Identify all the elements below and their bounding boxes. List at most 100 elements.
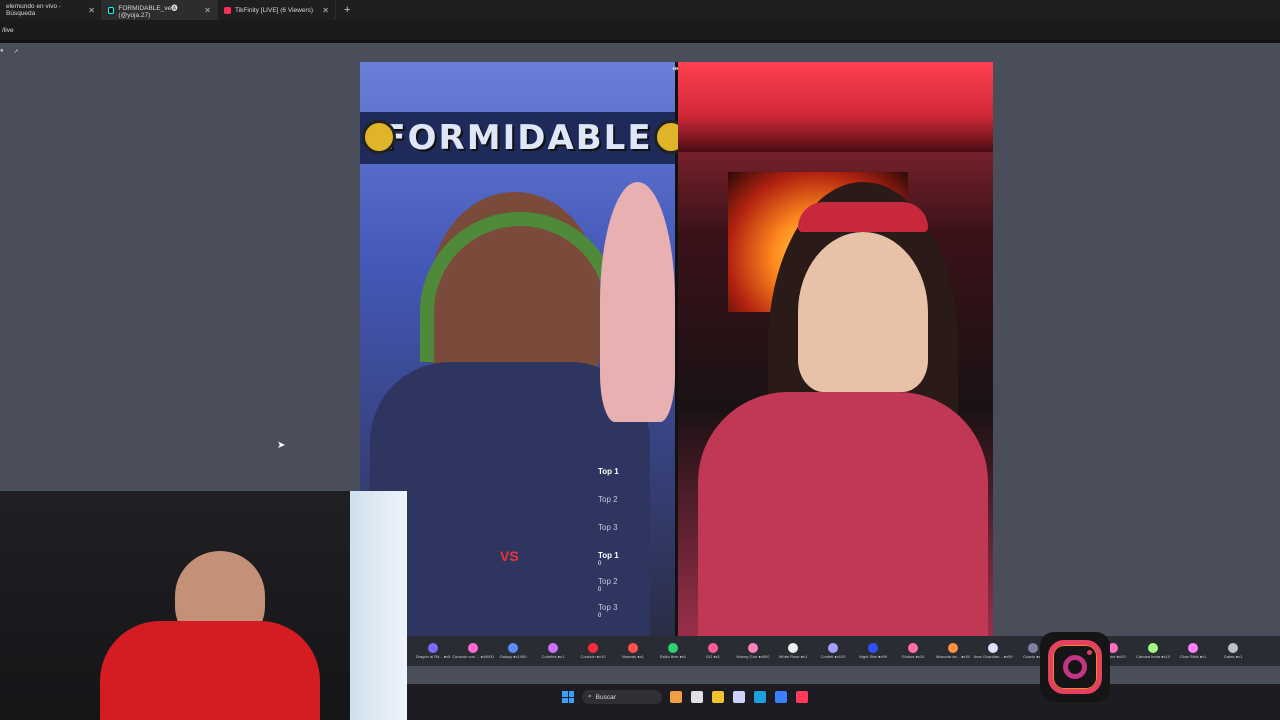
tab-formidable[interactable]: FORMIDABLE_ve🅐 (@yoja.27) ✕ xyxy=(102,0,218,20)
gift-item[interactable]: Gafas ●x1 xyxy=(1213,636,1253,666)
gift-label: Corazón con ... ●x5000 xyxy=(452,654,494,659)
edge-icon[interactable] xyxy=(754,691,766,703)
gift-item[interactable]: Galaxy ●x1000 xyxy=(493,636,533,666)
vs-icon: VS xyxy=(500,548,519,564)
dot-icon: ● xyxy=(0,48,4,54)
gift-icon xyxy=(908,643,918,653)
gift-label: Money Gun ●x500 xyxy=(736,654,770,659)
gift-icon xyxy=(1028,643,1038,653)
lb-left-top2: Top 2 xyxy=(598,494,618,504)
gift-icon xyxy=(428,643,438,653)
page-controls: ● ➚ xyxy=(0,48,19,55)
windows-taskbar: ⌕ Buscar xyxy=(407,684,1280,720)
gift-icon xyxy=(1228,643,1238,653)
lb-left-top3: Top 3 xyxy=(598,522,618,532)
store-icon[interactable] xyxy=(733,691,745,703)
gift-label: Confeti ●x100 xyxy=(820,654,846,659)
gift-item[interactable]: Glow Stick ●x1 xyxy=(1173,636,1213,666)
close-tab-icon[interactable]: ✕ xyxy=(204,6,211,15)
tikfinity-icon[interactable] xyxy=(796,691,808,703)
gift-item[interactable]: Mascota de... ●x30 xyxy=(933,636,973,666)
gift-item[interactable]: White Rose ●x1 xyxy=(773,636,813,666)
address-bar[interactable]: /live xyxy=(0,20,1280,40)
gift-label: Manzas ●x1 xyxy=(622,654,644,659)
mail-icon[interactable] xyxy=(775,691,787,703)
gift-item[interactable]: Cámara lenta ●x10 xyxy=(1133,636,1173,666)
gift-item[interactable]: Night Star ●x99 xyxy=(853,636,893,666)
file-explorer-icon[interactable] xyxy=(712,691,724,703)
gift-label: Corazón ●x10 xyxy=(580,654,606,659)
tab-busqueda[interactable]: elemundo en vivo - Búsqueda ✕ xyxy=(0,0,102,20)
search-label: Buscar xyxy=(595,693,616,701)
widgets-icon[interactable] xyxy=(670,691,682,703)
close-tab-icon[interactable]: ✕ xyxy=(88,6,95,15)
tab-tikfinity[interactable]: TikFinity [LIVE] (6 Viewers) ✕ xyxy=(218,0,336,20)
gift-icon xyxy=(468,643,478,653)
gift-icon xyxy=(948,643,958,653)
gift-icon xyxy=(988,643,998,653)
gift-item[interactable]: Money Gun ●x500 xyxy=(733,636,773,666)
gift-label: Ares Guardian... ●x99 xyxy=(973,654,1013,659)
gift-label: GG ●x1 xyxy=(706,654,720,659)
gift-item[interactable]: Corazón con ... ●x5000 xyxy=(452,636,494,666)
gift-label: Galaxy ●x1000 xyxy=(499,654,527,659)
gift-label: Glow Stick ●x1 xyxy=(1179,654,1207,659)
child xyxy=(600,182,675,422)
gift-label: Cohetes ●x1 xyxy=(541,654,565,659)
tikfinity-icon xyxy=(224,6,231,14)
taskbar-search[interactable]: ⌕ Buscar xyxy=(582,690,662,704)
windows-start-icon[interactable] xyxy=(562,691,574,703)
instagram-lens xyxy=(1063,655,1087,679)
gift-label: Estilo libre ●x1 xyxy=(659,654,687,659)
new-tab-button[interactable]: + xyxy=(336,4,358,16)
gift-bar: Dragón al Rit... ●x5 Corazón con ... ●x50… xyxy=(407,636,1280,666)
gift-label: Mascota de... ●x30 xyxy=(936,654,970,659)
gift-icon xyxy=(1148,643,1158,653)
close-tab-icon[interactable]: ✕ xyxy=(322,6,329,15)
gift-label: Globos ●x10 xyxy=(901,654,925,659)
gift-item[interactable]: Confeti ●x100 xyxy=(813,636,853,666)
host-hoodie xyxy=(100,621,320,720)
instagram-dot xyxy=(1087,650,1092,655)
tab-label: FORMIDABLE_ve🅐 (@yoja.27) xyxy=(118,4,178,19)
tab-label: elemundo en vivo - Búsqueda xyxy=(6,3,61,17)
banner-formidable: FORMIDABLE xyxy=(360,112,675,164)
gift-icon xyxy=(628,643,638,653)
gift-label: Dragón al Rit... ●x5 xyxy=(415,654,451,659)
instagram-icon xyxy=(1040,632,1110,702)
streamer-right-video xyxy=(678,62,993,638)
gift-item[interactable]: Ares Guardian... ●x99 xyxy=(973,636,1013,666)
gift-label: White Rose ●x1 xyxy=(778,654,808,659)
browser-tabbar: elemundo en vivo - Búsqueda ✕ FORMIDABLE… xyxy=(0,0,1280,20)
gift-label: Cámara lenta ●x10 xyxy=(1136,654,1170,659)
address-text: /live xyxy=(2,26,14,34)
gift-item[interactable]: Globos ●x10 xyxy=(893,636,933,666)
gift-item[interactable]: Manzas ●x1 xyxy=(613,636,653,666)
window-background xyxy=(350,491,407,720)
gift-item[interactable]: Cohetes ●x1 xyxy=(533,636,573,666)
search-icon: ⌕ xyxy=(588,693,592,700)
tiktok-icon xyxy=(108,6,115,14)
gift-icon xyxy=(508,643,518,653)
gift-label: Night Star ●x99 xyxy=(859,654,887,659)
gift-item[interactable]: Estilo libre ●x1 xyxy=(653,636,693,666)
headband xyxy=(798,202,928,232)
gift-icon xyxy=(748,643,758,653)
gift-icon xyxy=(1188,643,1198,653)
share-icon[interactable]: ➚ xyxy=(14,48,19,55)
hexagon-lights xyxy=(678,62,993,152)
live-battle-stage: FORMIDABLE Top 1 Top 2 Top 3 Top 1 0 Top… xyxy=(360,62,993,638)
streamer-female-top xyxy=(698,392,988,638)
toolbar-divider xyxy=(0,40,1280,43)
gift-item[interactable]: Dragón al Rit... ●x5 xyxy=(413,636,453,666)
mouse-cursor: ➤ xyxy=(277,440,286,451)
gift-icon xyxy=(668,643,678,653)
webcam-overlay xyxy=(0,491,407,720)
task-view-icon[interactable] xyxy=(691,691,703,703)
gift-label: Gafas ●x1 xyxy=(1223,654,1243,659)
gift-icon xyxy=(708,643,718,653)
gift-item[interactable]: GG ●x1 xyxy=(693,636,733,666)
streamer-female-face xyxy=(798,232,928,392)
gift-icon xyxy=(588,643,598,653)
gift-item[interactable]: Corazón ●x10 xyxy=(573,636,613,666)
